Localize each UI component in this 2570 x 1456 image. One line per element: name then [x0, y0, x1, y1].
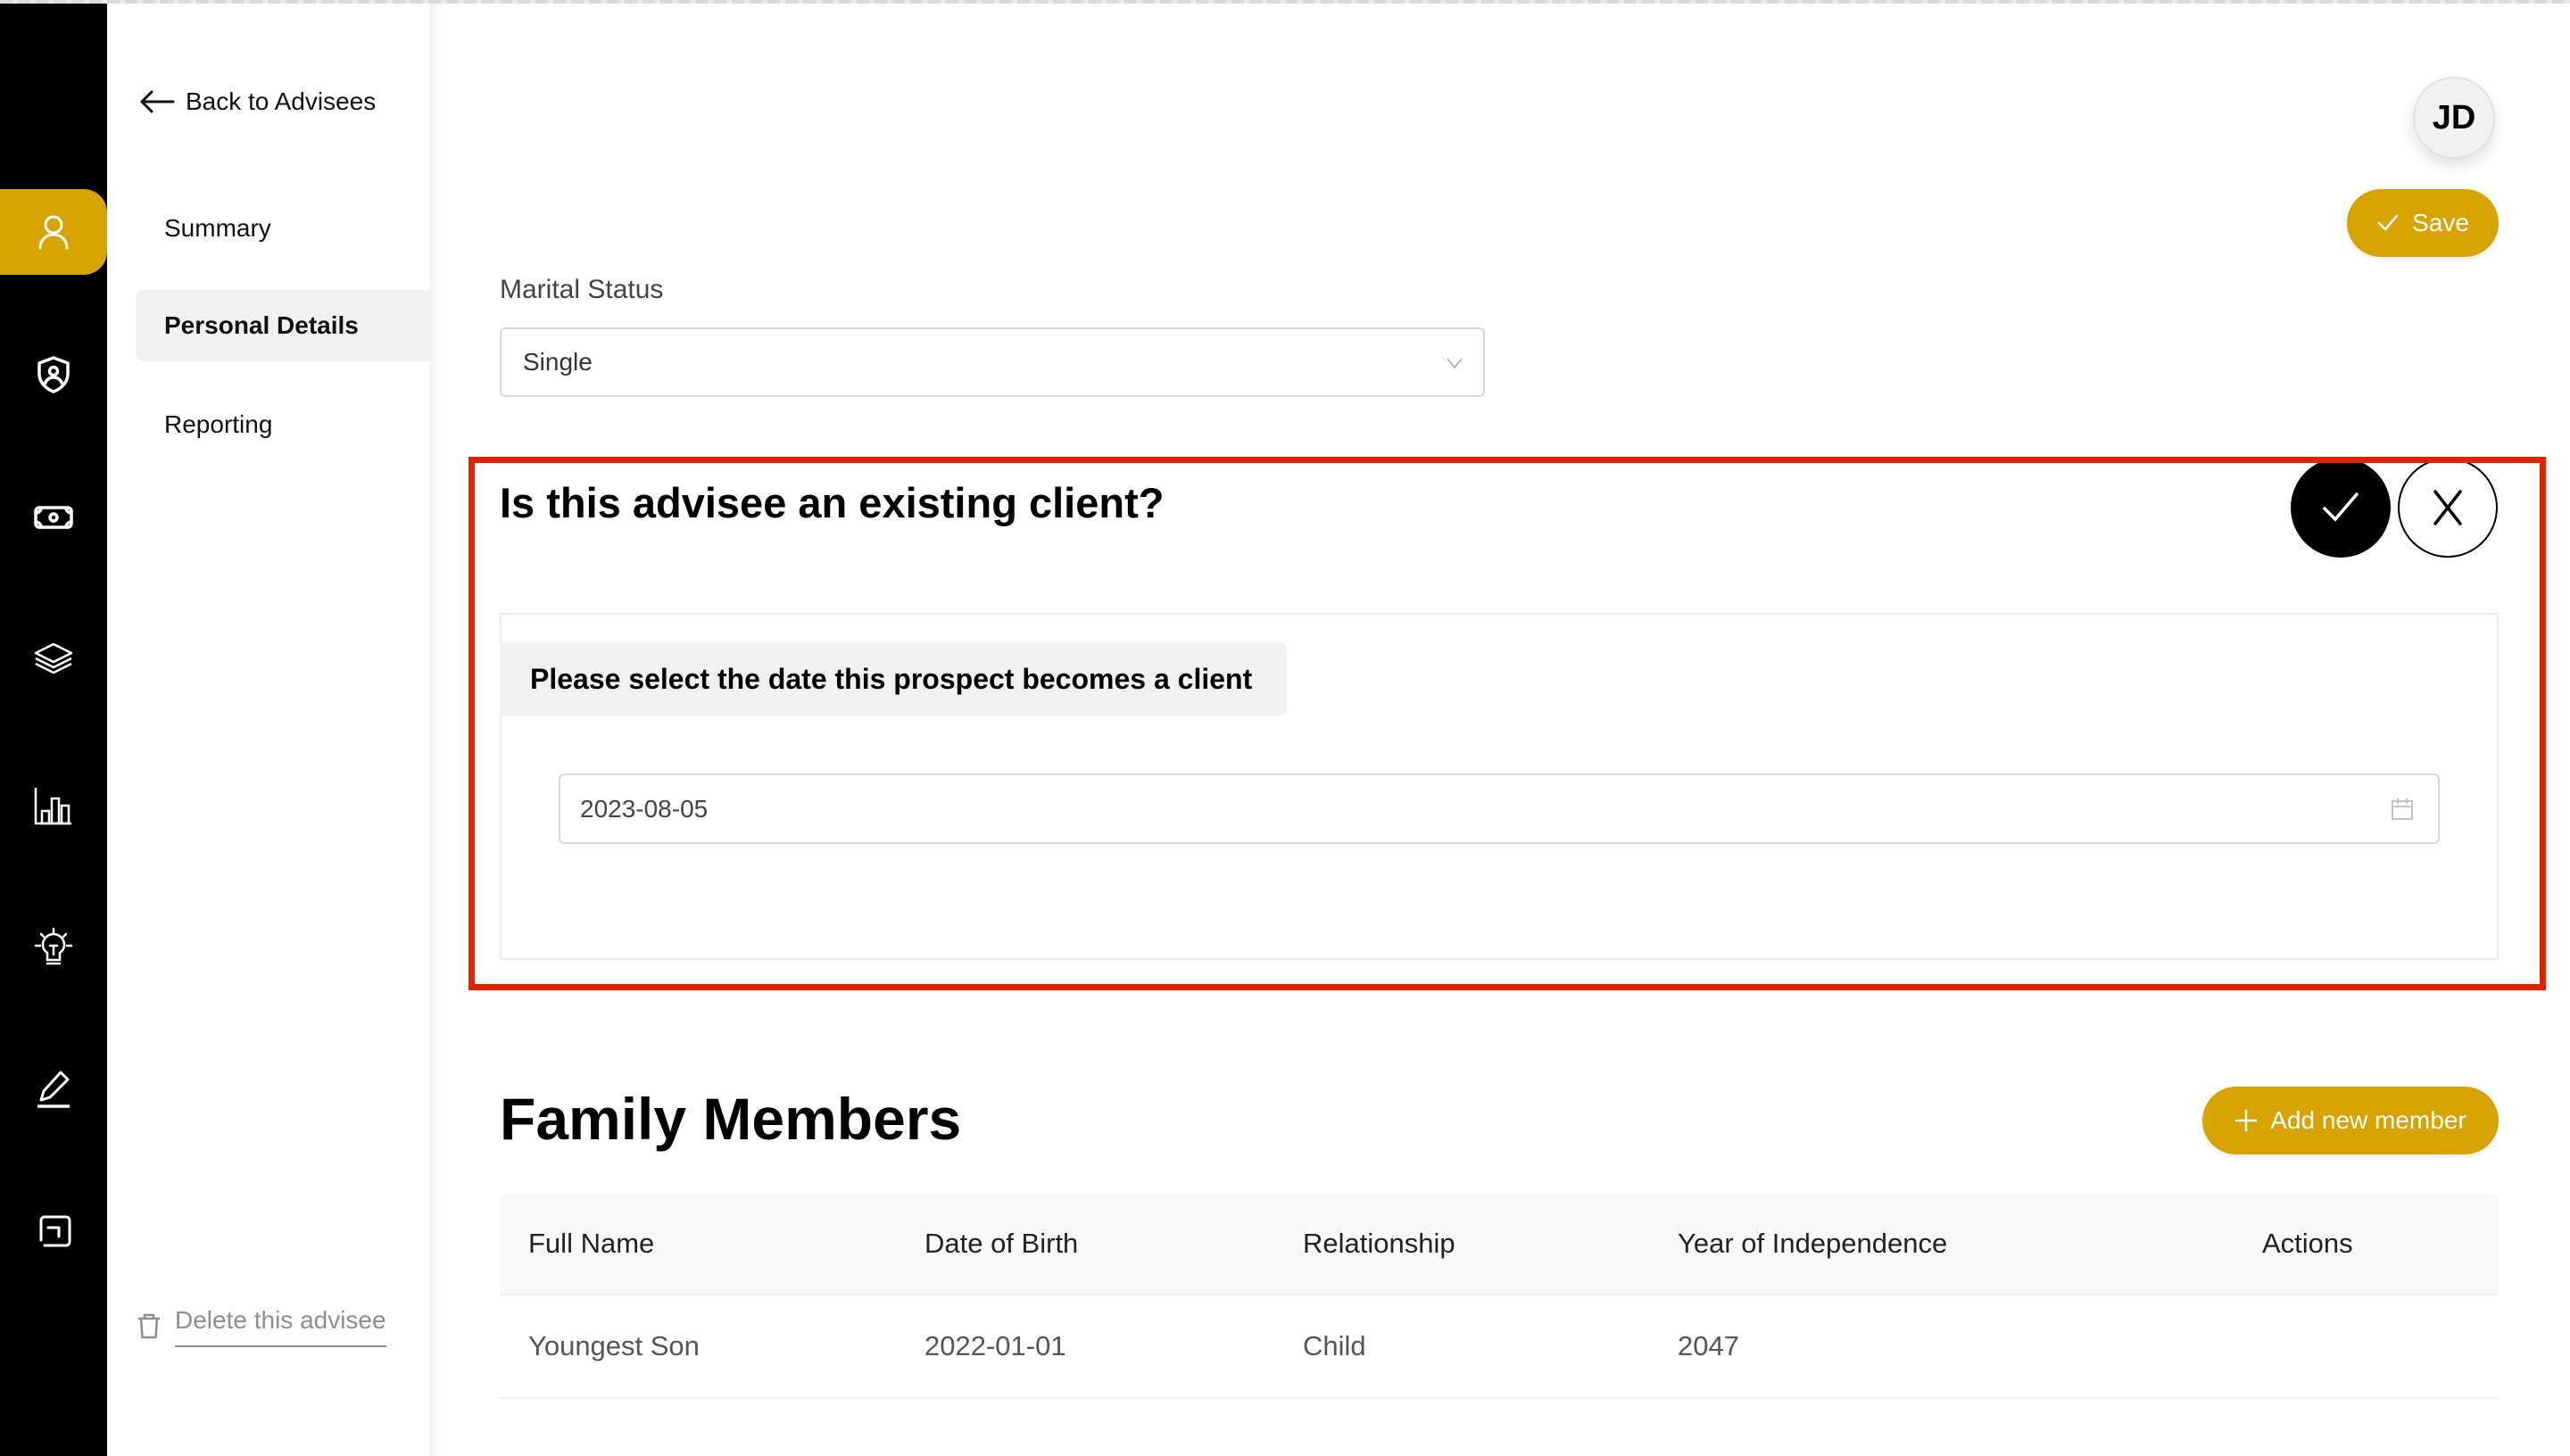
subnav-item-reporting[interactable]: Reporting	[136, 389, 430, 460]
existing-client-yes-button[interactable]	[2291, 458, 2391, 558]
subnav-item-label: Personal Details	[164, 311, 359, 339]
marital-status-select[interactable]: Single	[500, 327, 1485, 397]
avatar-initials: JD	[2432, 98, 2476, 136]
client-date-prompt-text: Please select the date this prospect bec…	[530, 662, 1253, 695]
calendar-icon[interactable]	[2390, 797, 2415, 822]
column-header-actions: Actions	[2262, 1228, 2353, 1259]
money-icon	[34, 506, 73, 529]
exit-icon	[39, 1215, 71, 1247]
cell-date-of-birth: 2022-01-01	[924, 1330, 1066, 1361]
rail-item-insights[interactable]	[0, 905, 107, 990]
save-button-label: Save	[2412, 209, 2469, 236]
column-header-date-of-birth[interactable]: Date of Birth	[924, 1194, 1078, 1294]
delete-advisee-label: Delete this advisee	[175, 1306, 386, 1347]
subnav-item-label: Reporting	[164, 410, 273, 438]
table-header: Full Name Date of Birth Relationship Yea…	[500, 1194, 2499, 1295]
bar-chart-icon	[34, 788, 71, 825]
lightbulb-icon	[34, 927, 73, 965]
rail-item-reports[interactable]	[0, 763, 107, 848]
sidebar-divider	[430, 4, 443, 1456]
cell-full-name: Youngest Son	[528, 1330, 700, 1361]
rail-item-portfolio[interactable]	[0, 617, 107, 703]
secondary-sidebar: Back to Advisees Summary Personal Detail…	[107, 4, 430, 1456]
user-avatar[interactable]: JD	[2413, 77, 2495, 159]
cell-year-of-independence: 2047	[1678, 1330, 1739, 1361]
client-date-value: 2023-08-05	[580, 794, 709, 823]
rail-item-notes[interactable]	[0, 1046, 107, 1131]
family-members-table: Full Name Date of Birth Relationship Yea…	[500, 1194, 2499, 1399]
column-header-full-name[interactable]: Full Name	[528, 1194, 654, 1294]
x-icon	[2433, 490, 2462, 525]
back-to-advisees-link[interactable]: Back to Advisees	[139, 87, 376, 116]
shield-user-icon	[37, 356, 70, 393]
table-row[interactable]: Youngest Son 2022-01-01 Child 2047	[500, 1295, 2499, 1399]
plus-icon	[2235, 1109, 2258, 1132]
rail-item-protection[interactable]	[0, 332, 107, 418]
client-date-prompt: Please select the date this prospect bec…	[500, 642, 1287, 716]
subnav-item-summary[interactable]: Summary	[136, 193, 430, 264]
pen-icon	[37, 1071, 70, 1108]
column-header-year-of-independence[interactable]: Year of Independence	[1678, 1194, 1947, 1294]
add-new-member-label: Add new member	[2270, 1106, 2466, 1134]
rail-item-advisee[interactable]	[0, 189, 107, 275]
marital-status-label: Marital Status	[500, 275, 664, 304]
trash-icon	[138, 1313, 160, 1339]
person-icon	[38, 215, 69, 250]
delete-advisee-link[interactable]: Delete this advisee	[136, 1306, 386, 1347]
rail-item-finances[interactable]	[0, 475, 107, 560]
chevron-down-icon	[1447, 358, 1463, 369]
check-icon	[2323, 492, 2359, 522]
check-icon	[2377, 214, 2399, 231]
existing-client-question: Is this advisee an existing client?	[500, 479, 1165, 526]
back-to-advisees-label: Back to Advisees	[186, 87, 377, 115]
subnav-item-label: Summary	[164, 214, 271, 242]
save-button[interactable]: Save	[2347, 189, 2499, 257]
marital-status-value: Single	[523, 348, 593, 376]
column-header-relationship[interactable]: Relationship	[1303, 1194, 1455, 1294]
icon-rail	[0, 4, 107, 1456]
rail-item-exit[interactable]	[0, 1188, 107, 1274]
cell-relationship: Child	[1303, 1330, 1366, 1361]
layers-icon	[34, 642, 73, 674]
arrow-left-icon	[140, 90, 175, 113]
existing-client-no-button[interactable]	[2398, 458, 2498, 558]
client-date-input[interactable]: 2023-08-05	[559, 774, 2440, 844]
family-members-title: Family Members	[500, 1086, 962, 1152]
add-new-member-button[interactable]: Add new member	[2202, 1087, 2499, 1154]
subnav-item-personal-details[interactable]: Personal Details	[136, 290, 430, 361]
